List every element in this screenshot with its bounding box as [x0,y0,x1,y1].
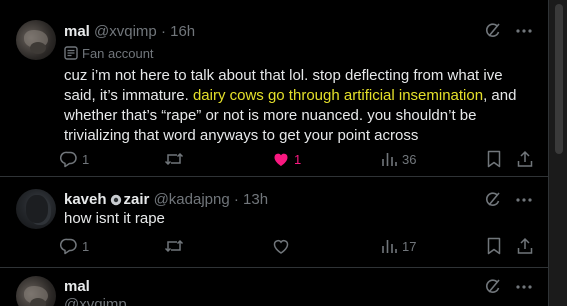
grok-icon[interactable] [484,191,502,209]
timestamp[interactable]: 13h [243,191,268,208]
tweet-top-actions [484,191,532,209]
views-count: 36 [402,151,417,167]
handle[interactable]: @xvqimp [94,23,157,40]
tweet[interactable]: mal @xvqimp [0,268,549,306]
bookmark-button[interactable] [486,237,502,255]
reply-icon [60,237,78,255]
display-name[interactable]: kaveh [64,191,107,208]
reply-count: 1 [82,238,90,254]
reply-count: 1 [82,151,90,167]
fan-account-badge-icon [64,46,78,60]
separator: · [160,23,166,40]
display-name[interactable]: mal [64,23,90,40]
share-button[interactable] [516,237,534,255]
bookmark-button[interactable] [486,150,502,168]
tweet-text: cuz i’m not here to talk about that lol.… [64,66,534,146]
share-icon [516,237,534,255]
views-count: 17 [402,238,417,254]
scrollbar-thumb[interactable] [555,4,563,154]
grok-icon[interactable] [484,278,502,296]
views-icon [380,150,398,168]
retweet-icon [164,237,184,255]
heart-icon [272,237,290,255]
separator: · [233,191,239,208]
like-button[interactable] [272,237,294,255]
tweet-header-handle: @xvqimp [64,295,127,306]
retweet-icon [164,150,184,168]
bullet-badge-icon [110,194,122,206]
like-count: 1 [294,151,302,167]
timeline: mal @xvqimp · 16h Fan account cuz i’m no… [0,0,549,306]
avatar[interactable] [16,276,56,306]
avatar[interactable] [16,189,56,229]
views-icon [380,237,398,255]
reply-icon [60,150,78,168]
tweet-header: mal @xvqimp · 16h [64,22,195,42]
like-button[interactable]: 1 [272,150,301,168]
tweet-top-actions [484,22,532,40]
more-icon[interactable] [516,285,532,289]
bookmark-icon [486,150,502,168]
handle[interactable]: @xvqimp [64,296,127,306]
tweet[interactable]: kaveh zair @kadajpng · 13h how isnt it r… [0,177,549,268]
tweet-link[interactable]: dairy cows go through artificial insemin… [193,87,483,104]
display-name-suffix[interactable]: zair [124,191,150,208]
timestamp[interactable]: 16h [170,23,195,40]
retweet-button[interactable] [164,237,188,255]
heart-icon [272,150,290,168]
tweet-header: mal [64,277,90,297]
views-button[interactable]: 17 [380,237,416,255]
tweet[interactable]: mal @xvqimp · 16h Fan account cuz i’m no… [0,0,549,177]
tweet-text: how isnt it rape [64,210,165,227]
retweet-button[interactable] [164,150,188,168]
share-button[interactable] [516,150,534,168]
scrollbar[interactable] [548,0,567,306]
grok-icon[interactable] [484,22,502,40]
more-icon[interactable] [516,29,532,33]
more-icon[interactable] [516,198,532,202]
reply-button[interactable]: 1 [60,237,89,255]
reply-button[interactable]: 1 [60,150,89,168]
tweet-top-actions [484,278,532,296]
handle[interactable]: @kadajpng [154,191,230,208]
display-name[interactable]: mal [64,278,90,295]
avatar[interactable] [16,20,56,60]
action-bar: 1 1 36 [58,150,534,170]
tweet-header: kaveh zair @kadajpng · 13h [64,190,268,210]
bookmark-icon [486,237,502,255]
share-icon [516,150,534,168]
views-button[interactable]: 36 [380,150,416,168]
account-label-text: Fan account [82,46,154,61]
action-bar: 1 17 [58,237,534,257]
account-label: Fan account [64,46,154,62]
